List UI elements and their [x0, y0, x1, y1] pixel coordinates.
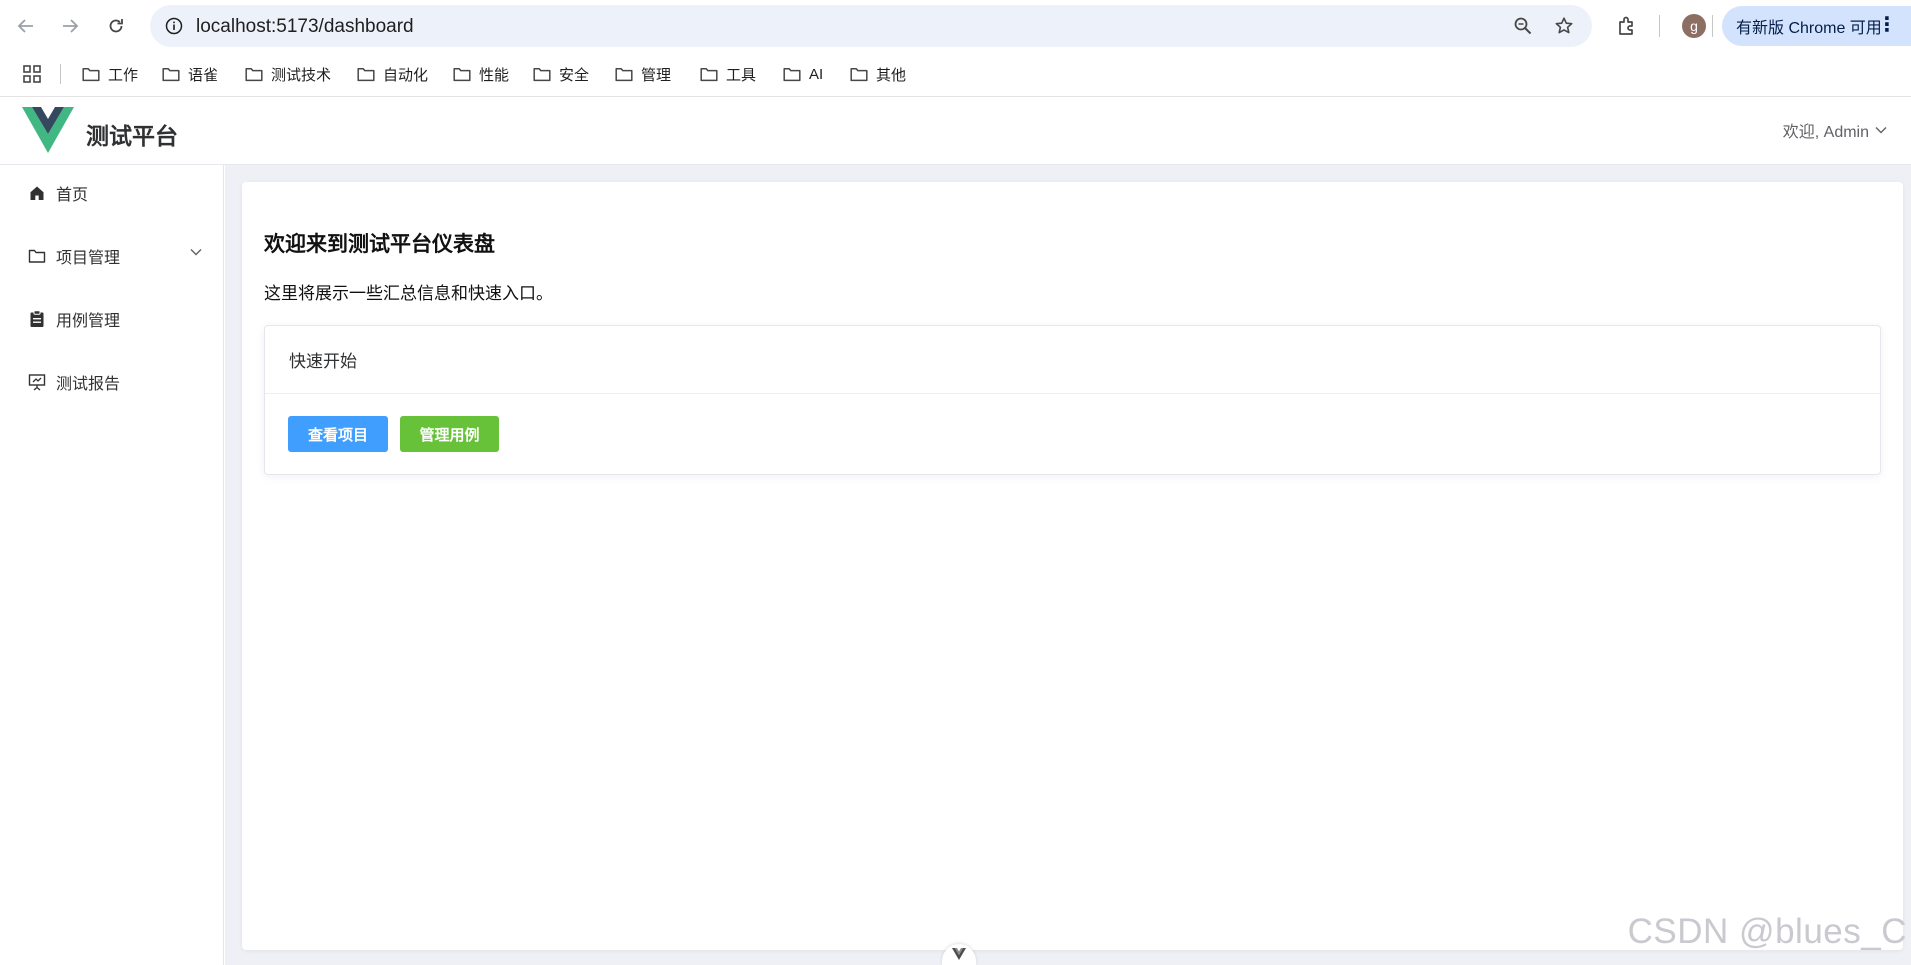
sidebar-item-label: 用例管理 [56, 313, 121, 330]
sidebar-item-projects[interactable]: 项目管理 [0, 228, 224, 284]
bookmark-folder[interactable]: AI [783, 62, 823, 86]
bookmark-label: 管理 [641, 66, 672, 84]
bookmark-divider [60, 64, 61, 84]
app-header: 测试平台 欢迎, Admin [0, 97, 1911, 165]
bookmark-label: 工作 [108, 66, 139, 84]
browser-toolbar: localhost:5173/dashboard g 有新版 Chrome 可用… [0, 0, 1911, 52]
bookmark-label: 其他 [876, 66, 907, 84]
view-projects-button[interactable]: 查看项目 [288, 416, 388, 452]
quick-start-title: 快速开始 [265, 326, 1880, 394]
sidebar-item-cases[interactable]: 用例管理 [0, 291, 224, 347]
bookmark-folder[interactable]: 自动化 [357, 62, 428, 86]
address-bar[interactable]: localhost:5173/dashboard [150, 5, 1592, 47]
sidebar-item-home[interactable]: 首页 [0, 165, 224, 221]
bookmark-folder[interactable]: 安全 [533, 62, 589, 86]
quick-start-card: 快速开始 查看项目 管理用例 [264, 325, 1881, 475]
forward-arrow-icon [63, 19, 79, 33]
bookmark-label: 自动化 [383, 66, 429, 84]
folder-icon [615, 67, 633, 81]
sidebar-item-label: 测试报告 [56, 376, 121, 393]
bookmark-folder[interactable]: 测试技术 [245, 62, 331, 86]
chrome-update-button[interactable]: 有新版 Chrome 可用 ⋮ [1722, 6, 1911, 46]
url-text[interactable]: localhost:5173/dashboard [196, 16, 414, 38]
toolbar-divider [1712, 15, 1713, 37]
bookmark-folder[interactable]: 语雀 [162, 62, 218, 86]
site-info-icon[interactable] [164, 16, 184, 36]
toolbar-divider [1659, 15, 1660, 37]
extensions-icon[interactable] [1614, 13, 1640, 39]
bookmark-label: 性能 [479, 66, 510, 84]
home-icon [28, 184, 46, 202]
chevron-down-icon[interactable] [190, 248, 202, 256]
folder-icon [783, 67, 801, 81]
vue-logo-icon [22, 107, 74, 153]
bookmark-star-icon[interactable] [1553, 15, 1575, 37]
page-subtitle: 这里将展示一些汇总信息和快速入口。 [264, 284, 553, 303]
bookmark-folder[interactable]: 工具 [700, 62, 756, 86]
back-arrow-icon [17, 19, 33, 33]
bookmark-label: AI [809, 65, 824, 83]
forward-button[interactable] [56, 12, 84, 40]
clipboard-icon [28, 310, 46, 328]
manage-cases-button[interactable]: 管理用例 [400, 416, 499, 452]
folder-icon [453, 67, 471, 81]
reload-button[interactable] [102, 12, 130, 40]
folder-icon [162, 67, 180, 81]
folder-icon [700, 67, 718, 81]
bookmark-folder[interactable]: 管理 [615, 62, 671, 86]
vue-devtools-icon [952, 948, 966, 960]
app-title: 测试平台 [86, 123, 178, 149]
bookmarks-bar: 工作 语雀 测试技术 自动化 性能 安全 管理 工具 AI 其他 [0, 52, 1911, 97]
chevron-down-icon [1875, 127, 1887, 134]
user-dropdown[interactable]: 欢迎, Admin [1783, 118, 1887, 142]
sidebar-item-label: 项目管理 [56, 250, 121, 267]
folder-icon [28, 247, 46, 265]
watermark: CSDN @blues_C [1627, 912, 1907, 951]
sidebar-item-label: 首页 [56, 187, 89, 204]
folder-icon [82, 67, 100, 81]
url-path: :5173/dashboard [271, 16, 414, 37]
zoom-icon[interactable] [1512, 15, 1534, 37]
user-greeting: 欢迎, Admin [1782, 124, 1869, 141]
back-button[interactable] [12, 12, 40, 40]
folder-icon [357, 67, 375, 81]
bookmark-folder[interactable]: 工作 [82, 62, 138, 86]
presentation-icon [28, 373, 46, 391]
reload-icon [109, 19, 123, 33]
more-vert-icon[interactable]: ⋮ [1877, 15, 1897, 35]
profile-avatar[interactable]: g [1682, 14, 1706, 38]
apps-grid-icon[interactable] [22, 64, 42, 84]
url-host: localhost [196, 16, 271, 37]
bookmark-label: 工具 [726, 66, 757, 84]
bookmark-label: 语雀 [188, 66, 219, 84]
chrome-update-label: 有新版 Chrome 可用 [1736, 20, 1882, 37]
page-title: 欢迎来到测试平台仪表盘 [264, 233, 495, 256]
folder-icon [245, 67, 263, 81]
sidebar-item-reports[interactable]: 测试报告 [0, 354, 224, 410]
folder-icon [850, 67, 868, 81]
bookmark-folder[interactable]: 性能 [453, 62, 509, 86]
bookmark-label: 安全 [559, 66, 590, 84]
bookmark-folder[interactable]: 其他 [850, 62, 906, 86]
sidebar: 首页 项目管理 用例管理 测试报告 [0, 165, 224, 965]
folder-icon [533, 67, 551, 81]
bookmark-label: 测试技术 [271, 66, 332, 84]
